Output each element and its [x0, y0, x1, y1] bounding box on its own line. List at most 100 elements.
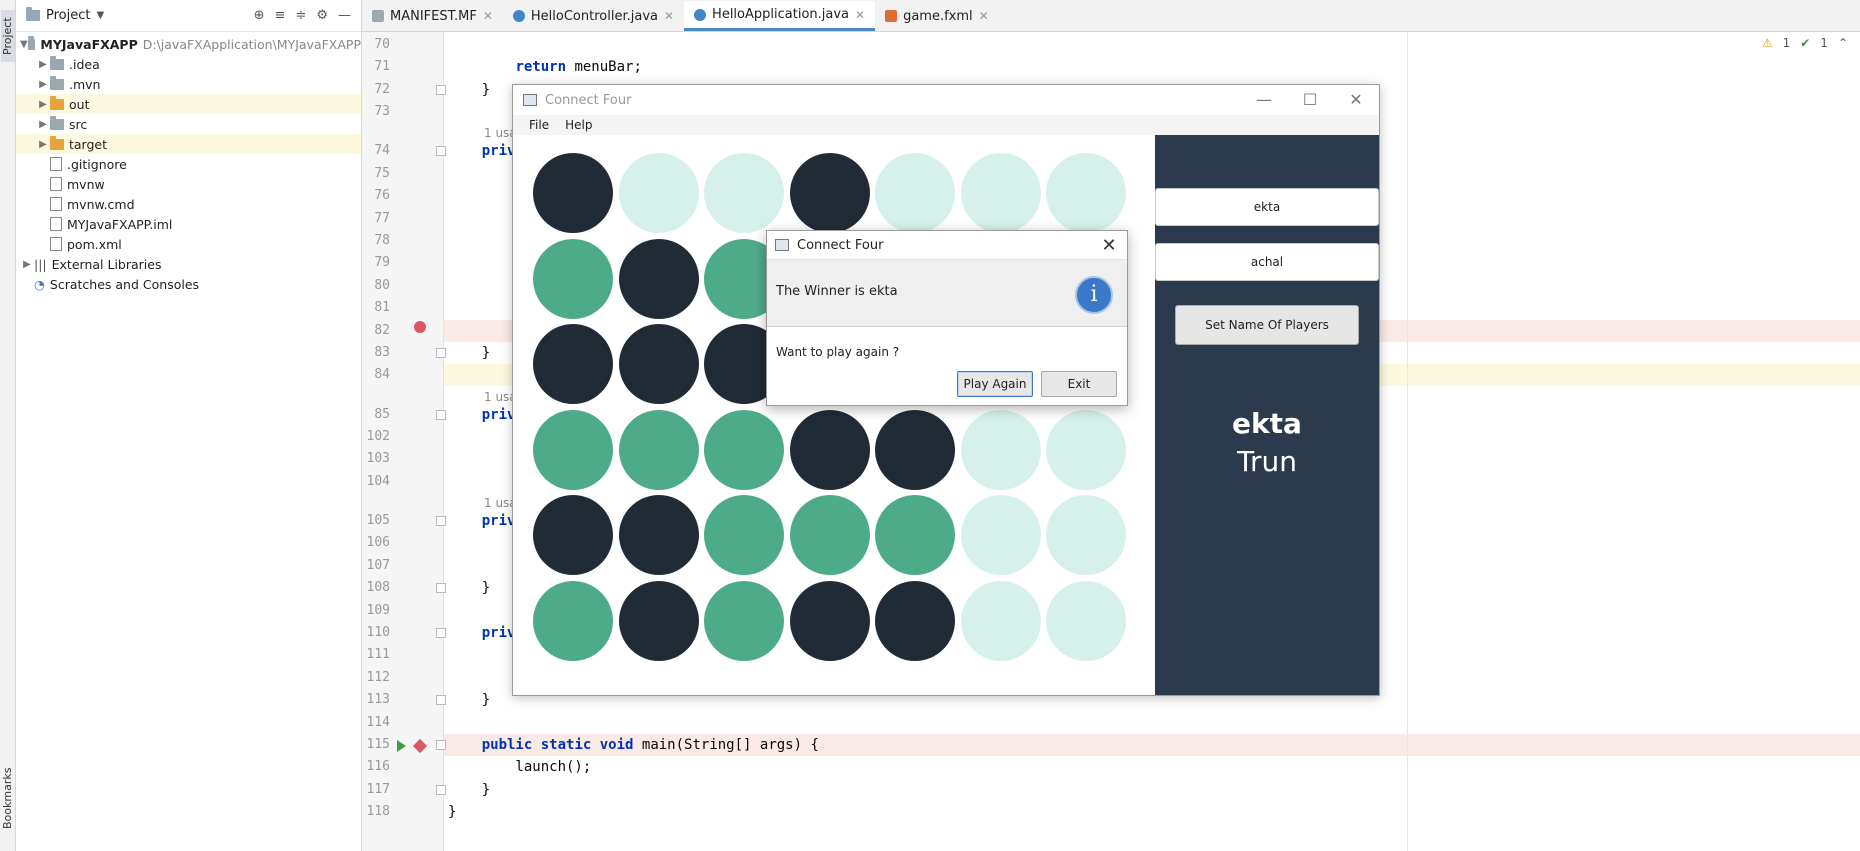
board-cell[interactable] [704, 495, 784, 575]
play-again-button[interactable]: Play Again [957, 371, 1033, 397]
tree-item[interactable]: .gitignore [16, 154, 361, 174]
tree-item[interactable]: pom.xml [16, 234, 361, 254]
board-cell[interactable] [960, 409, 1041, 490]
menu-help[interactable]: Help [565, 118, 592, 132]
editor-tab[interactable]: game.fxml ✕ [875, 1, 999, 31]
tree-item[interactable]: mvnw [16, 174, 361, 194]
chevron-right-icon[interactable]: ▶ [36, 79, 50, 90]
tree-item[interactable]: ▶ out [16, 94, 361, 114]
chevron-up-icon[interactable]: ⌃ [1838, 36, 1848, 50]
chevron-down-icon[interactable]: ▼ [20, 39, 28, 50]
fold-icon[interactable] [436, 348, 446, 358]
project-tool-button[interactable]: Project [1, 10, 15, 62]
chevron-right-icon[interactable]: ▶ [36, 139, 50, 150]
chevron-right-icon[interactable]: ▶ [36, 119, 50, 130]
board-cell[interactable] [533, 580, 613, 661]
code-line[interactable]: } [444, 779, 1860, 801]
close-icon[interactable]: ✕ [1333, 85, 1379, 115]
close-icon[interactable]: ✕ [664, 9, 674, 23]
fold-icon[interactable] [436, 583, 446, 594]
board-cell[interactable] [618, 409, 699, 490]
minimize-icon[interactable]: — [338, 8, 351, 23]
board-cell[interactable] [618, 238, 699, 319]
board-cell[interactable] [875, 409, 955, 490]
board-cell[interactable] [618, 580, 699, 661]
maximize-icon[interactable]: ☐ [1287, 85, 1333, 115]
code-line[interactable] [444, 34, 1860, 56]
tree-scratches[interactable]: ◔ Scratches and Consoles [16, 274, 361, 294]
close-icon[interactable]: ✕ [1091, 235, 1127, 256]
editor-tab[interactable]: HelloApplication.java ✕ [684, 1, 876, 31]
close-icon[interactable]: ✕ [483, 9, 493, 23]
tree-external-libraries[interactable]: ▶ ||| External Libraries [16, 254, 361, 274]
board-cell[interactable] [875, 580, 955, 661]
board-cell[interactable] [533, 495, 613, 575]
board-cell[interactable] [704, 580, 784, 661]
board-cell[interactable] [704, 409, 784, 490]
board-cell[interactable] [789, 409, 870, 490]
tree-item[interactable]: MYJavaFXAPP.iml [16, 214, 361, 234]
board-cell[interactable] [875, 153, 955, 233]
fold-icon[interactable] [436, 146, 446, 157]
board-cell[interactable] [533, 409, 613, 490]
fold-icon[interactable] [436, 516, 446, 526]
board-cell[interactable] [533, 153, 613, 233]
code-line[interactable]: launch(); [444, 756, 1860, 778]
board-cell[interactable] [789, 153, 870, 233]
tree-item[interactable]: ▶ target [16, 134, 361, 154]
fold-icon[interactable] [436, 740, 446, 750]
code-line[interactable] [444, 712, 1860, 734]
target-icon[interactable]: ⊕ [254, 8, 265, 23]
board-cell[interactable] [618, 324, 699, 404]
menu-file[interactable]: File [529, 118, 549, 132]
player1-name-field[interactable]: ekta [1155, 188, 1379, 226]
board-cell[interactable] [789, 580, 870, 661]
fold-icon[interactable] [436, 628, 446, 638]
tree-item[interactable]: mvnw.cmd [16, 194, 361, 214]
fold-icon[interactable] [436, 784, 446, 795]
chevron-right-icon[interactable]: ▶ [36, 59, 50, 70]
board-cell[interactable] [618, 495, 699, 575]
set-names-button[interactable]: Set Name Of Players [1175, 305, 1359, 345]
breakpoint-icon[interactable] [414, 321, 426, 333]
gear-icon[interactable]: ⚙ [316, 8, 328, 23]
project-view-selector[interactable]: Project ▼ [26, 7, 104, 23]
expand-all-icon[interactable]: ≡ [275, 8, 286, 23]
exit-button[interactable]: Exit [1041, 371, 1117, 397]
board-cell[interactable] [704, 153, 784, 233]
editor-tab[interactable]: MANIFEST.MF ✕ [362, 1, 503, 31]
board-cell[interactable] [789, 495, 870, 575]
code-line[interactable]: public static void main(String[] args) { [444, 734, 1860, 756]
board-cell[interactable] [1046, 409, 1126, 490]
tree-item[interactable]: ▶ src [16, 114, 361, 134]
board-cell[interactable] [1046, 495, 1126, 575]
tree-item[interactable]: ▶ .mvn [16, 74, 361, 94]
player2-name-field[interactable]: achal [1155, 243, 1379, 281]
run-icon[interactable] [397, 740, 406, 752]
board-cell[interactable] [618, 153, 699, 233]
minimize-icon[interactable]: — [1241, 85, 1287, 115]
board-cell[interactable] [533, 324, 613, 404]
board-cell[interactable] [1046, 153, 1126, 233]
board-cell[interactable] [533, 238, 613, 319]
bookmarks-tool-button[interactable]: Bookmarks [1, 765, 15, 831]
code-line[interactable]: } [444, 801, 1860, 823]
close-icon[interactable]: ✕ [855, 8, 865, 22]
game-board[interactable] [513, 135, 1155, 695]
fold-icon[interactable] [436, 84, 446, 95]
tree-root[interactable]: ▼ MYJavaFXAPP D:\javaFXApplication\MYJav… [16, 34, 361, 54]
editor-tab[interactable]: HelloController.java ✕ [503, 1, 684, 31]
fold-icon[interactable] [436, 695, 446, 706]
inspection-widget[interactable]: ⚠ 1 ✔ 1 ⌃ [1762, 36, 1848, 50]
collapse-all-icon[interactable]: ≑ [295, 8, 306, 23]
board-cell[interactable] [960, 495, 1041, 575]
chevron-right-icon[interactable]: ▶ [36, 99, 50, 110]
code-line[interactable]: return menuBar; [444, 56, 1860, 78]
tree-item[interactable]: ▶ .idea [16, 54, 361, 74]
chevron-right-icon[interactable]: ▶ [20, 259, 34, 270]
board-cell[interactable] [875, 495, 955, 575]
close-icon[interactable]: ✕ [979, 9, 989, 23]
fold-icon[interactable] [436, 409, 446, 420]
board-cell[interactable] [960, 580, 1041, 661]
board-cell[interactable] [960, 153, 1041, 233]
